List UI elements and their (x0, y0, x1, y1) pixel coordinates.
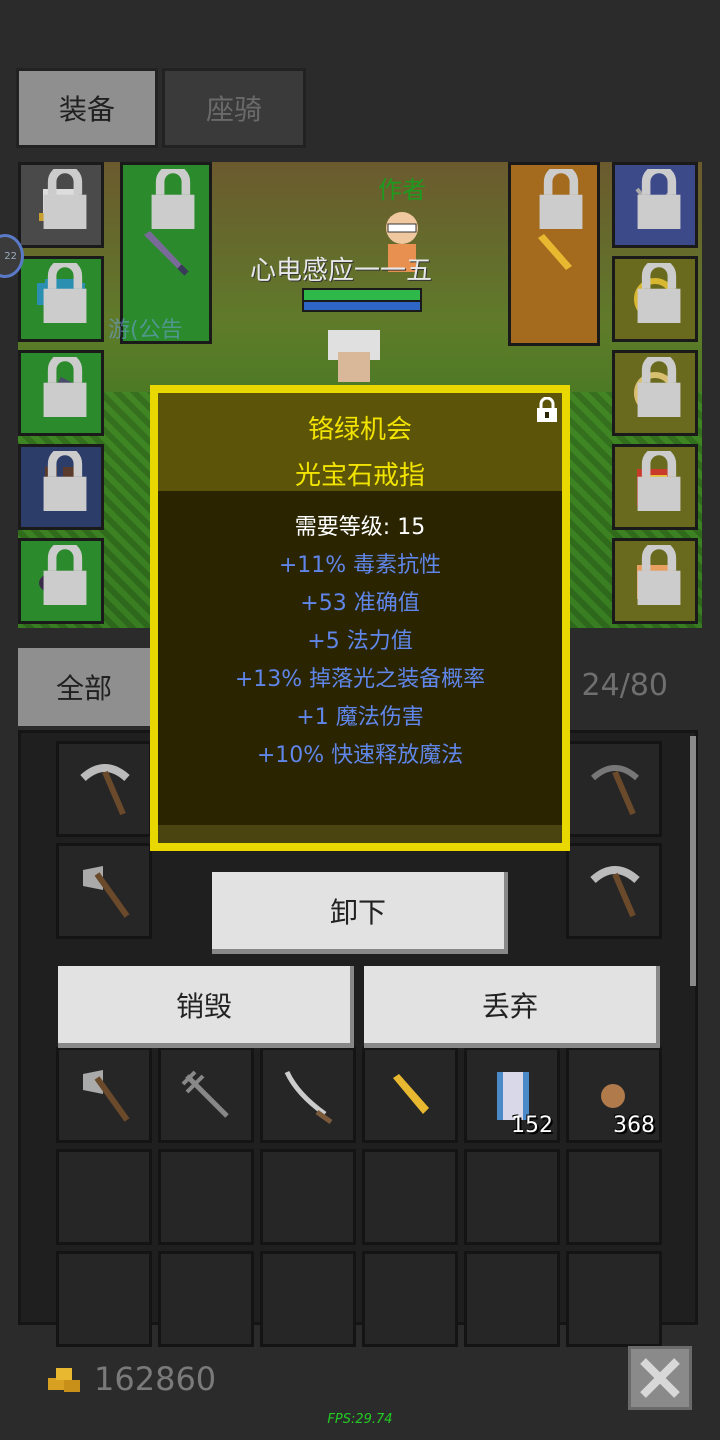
belt-slot[interactable] (18, 538, 104, 624)
golden-sword-icon (538, 234, 572, 270)
golden-sword-icon (393, 1074, 429, 1114)
ring-slot-2[interactable] (612, 350, 698, 436)
inventory-slot[interactable] (464, 1251, 560, 1347)
lock-icon (637, 169, 681, 229)
inventory-slot[interactable] (158, 1149, 254, 1245)
inventory-slot[interactable] (158, 1047, 254, 1143)
item-stat: +5 法力值 (307, 629, 413, 654)
sabre-icon (284, 1070, 333, 1125)
player-character-icon (328, 330, 380, 382)
item-requirement: 需要等级: 15 (294, 515, 426, 540)
item-stat: +1 魔法伤害 (296, 705, 424, 730)
inventory-slot[interactable] (566, 1149, 662, 1245)
item-stat: +13% 掉落光之装备概率 (234, 667, 486, 692)
guild-name: 心电感应一一五 (250, 256, 433, 286)
lock-icon (637, 263, 681, 323)
fps-counter: FPS:29.74 (327, 1412, 393, 1427)
lock-icon (637, 451, 681, 511)
inventory-slot[interactable] (464, 1149, 560, 1245)
tab-mount[interactable]: 座骑 (162, 68, 306, 148)
boots-slot[interactable] (18, 444, 104, 530)
pet-slot[interactable] (612, 538, 698, 624)
inventory-slot[interactable] (56, 1251, 152, 1347)
inventory-slot[interactable] (362, 1047, 458, 1143)
unequip-button[interactable]: 卸下 (212, 872, 508, 954)
item-stat: +11% 毒素抗性 (278, 553, 442, 578)
sword-icon (144, 231, 189, 276)
inventory-slot[interactable] (566, 1251, 662, 1347)
inventory-slot[interactable] (56, 843, 152, 939)
inventory-slot[interactable] (56, 1047, 152, 1143)
discard-button[interactable]: 丢弃 (364, 966, 660, 1048)
lock-icon (637, 357, 681, 417)
stack-quantity: 368 (613, 1113, 655, 1138)
gold-amount: 162860 (94, 1360, 217, 1398)
offhand-slot[interactable] (508, 162, 600, 346)
filter-all-button[interactable]: 全部 (18, 648, 150, 726)
lock-icon (43, 451, 87, 511)
pickaxe-icon (80, 764, 130, 816)
inventory-slot[interactable]: 152 (464, 1047, 560, 1143)
stack-quantity: 152 (511, 1113, 553, 1138)
item-tooltip: 铬绿机会 光宝石戒指 需要等级: 15 +11% 毒素抗性 +53 准确值 +5… (150, 385, 570, 851)
mana-bar (302, 300, 422, 312)
inventory-scrollbar[interactable] (690, 736, 696, 986)
inventory-slot[interactable] (362, 1149, 458, 1245)
lock-icon (43, 169, 87, 229)
inventory-slot[interactable] (260, 1047, 356, 1143)
lock-icon (43, 263, 87, 323)
gloves-slot[interactable] (18, 350, 104, 436)
guild-notice: 游(公告 (108, 318, 183, 343)
gold-icon (48, 1368, 80, 1392)
lock-icon (539, 169, 583, 229)
tooltip-footer (158, 825, 562, 843)
inventory-count: 24/80 (581, 668, 668, 703)
author-name: 作者 (378, 176, 426, 204)
close-button[interactable] (628, 1346, 692, 1410)
helmet-slot[interactable] (18, 162, 104, 248)
axe-icon (83, 866, 130, 918)
lock-icon (151, 169, 195, 229)
lock-icon (43, 545, 87, 605)
inventory-slot[interactable] (260, 1149, 356, 1245)
inventory-slot[interactable] (56, 741, 152, 837)
inventory-slot[interactable] (56, 1149, 152, 1245)
inventory-slot[interactable] (566, 741, 662, 837)
amulet-slot[interactable] (612, 162, 698, 248)
armor-slot[interactable] (18, 256, 104, 342)
inventory-slot[interactable] (566, 843, 662, 939)
inventory-slot[interactable]: 368 (566, 1047, 662, 1143)
item-stat: +53 准确值 (300, 591, 420, 616)
item-name: 光宝石戒指 (294, 461, 425, 491)
inventory-slot[interactable] (158, 1251, 254, 1347)
inventory-slot[interactable] (260, 1251, 356, 1347)
inventory-slot[interactable] (362, 1251, 458, 1347)
item-prefix: 铬绿机会 (307, 415, 412, 445)
axe-icon (83, 1070, 130, 1122)
pickaxe-icon (590, 765, 640, 816)
tab-equipment[interactable]: 装备 (16, 68, 158, 148)
item-stat: +10% 快速释放魔法 (256, 743, 464, 768)
trident-icon (181, 1070, 229, 1118)
lock-icon (637, 545, 681, 605)
lock-icon (43, 357, 87, 417)
close-icon (640, 1358, 680, 1398)
pickaxe-icon (590, 866, 640, 918)
book-slot[interactable] (612, 444, 698, 530)
destroy-button[interactable]: 销毁 (58, 966, 354, 1048)
ring-slot-1[interactable] (612, 256, 698, 342)
